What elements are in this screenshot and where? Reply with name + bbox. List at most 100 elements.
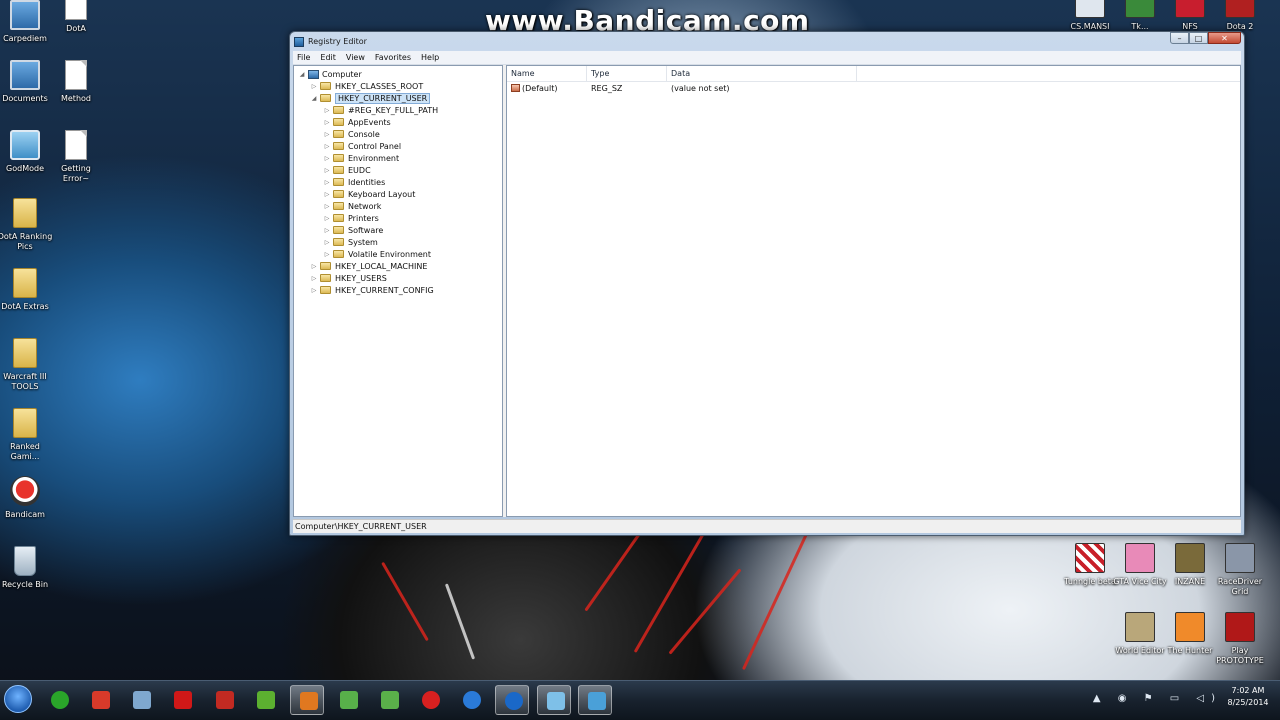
- tree-node-volatile-environment[interactable]: ▷ Volatile Environment: [323, 248, 431, 260]
- desktop-icon-inzane[interactable]: INZANE: [1162, 543, 1218, 587]
- taskbar-button-utorrent[interactable]: [248, 685, 282, 715]
- expand-arrow-icon[interactable]: ▷: [323, 239, 331, 246]
- expand-arrow-icon[interactable]: ▷: [323, 143, 331, 150]
- desktop-icon-nfs[interactable]: NFS: [1162, 0, 1218, 32]
- desktop-icon-dota-ranking-pics[interactable]: DotA Ranking Pics: [0, 198, 53, 252]
- expand-arrow-icon[interactable]: ▷: [323, 203, 331, 210]
- close-button[interactable]: ✕: [1208, 32, 1241, 44]
- cube-icon: [547, 692, 565, 710]
- column-header-data[interactable]: Data: [667, 66, 857, 82]
- tree-node-appevents[interactable]: ▷ AppEvents: [323, 116, 391, 128]
- expand-arrow-icon[interactable]: ▷: [323, 251, 331, 258]
- tree-node-network[interactable]: ▷ Network: [323, 200, 382, 212]
- tree-node-hkey-current-user[interactable]: ◢ HKEY_CURRENT_USER: [310, 92, 431, 104]
- desktop-icon-dota-2[interactable]: Dota 2: [1212, 0, 1268, 32]
- desktop-icon-dota-extras[interactable]: DotA Extras: [0, 268, 53, 312]
- desktop-icon-cs-mansi[interactable]: CS.MANSI: [1062, 0, 1118, 32]
- taskbar-button-settings-task[interactable]: [290, 685, 324, 715]
- registry-tree-pane[interactable]: ◢ Computer ▷ HKEY_CLASSES_ROOT ◢ HKEY_CURRE…: [293, 65, 503, 517]
- collapse-arrow-icon[interactable]: ◢: [298, 71, 306, 78]
- expand-arrow-icon[interactable]: ▷: [323, 215, 331, 222]
- tree-node-label: HKEY_LOCAL_MACHINE: [335, 261, 428, 271]
- taskbar-button-cube[interactable]: [537, 685, 571, 715]
- tree-node--reg-key-full-path[interactable]: ▷ #REG_KEY_FULL_PATH: [323, 104, 438, 116]
- expand-arrow-icon[interactable]: ▷: [323, 107, 331, 114]
- menu-edit[interactable]: Edit: [320, 53, 336, 62]
- desktop-icon-world-editor[interactable]: World Editor: [1112, 612, 1168, 656]
- tree-node-hkey-current-config[interactable]: ▷ HKEY_CURRENT_CONFIG: [310, 284, 434, 296]
- desktop-icon-godmode[interactable]: GodMode: [0, 130, 53, 174]
- desktop-icon-bandicam[interactable]: Bandicam: [0, 476, 53, 520]
- desktop-icon-tunngle-beta[interactable]: Tunngle beta: [1062, 543, 1118, 587]
- menu-favorites[interactable]: Favorites: [375, 53, 411, 62]
- desktop-icon-documents[interactable]: Documents: [0, 60, 53, 104]
- tree-node-system[interactable]: ▷ System: [323, 236, 378, 248]
- minimize-button[interactable]: –: [1170, 32, 1189, 44]
- desktop-icon-ranked-gami-[interactable]: Ranked Gami...: [0, 408, 53, 462]
- expand-arrow-icon[interactable]: ▷: [310, 83, 318, 90]
- menu-file[interactable]: File: [297, 53, 310, 62]
- title-bar[interactable]: Registry Editor – □ ✕: [290, 32, 1244, 51]
- expand-arrow-icon[interactable]: ▷: [323, 155, 331, 162]
- tree-node-computer[interactable]: ◢ Computer: [298, 68, 362, 80]
- tree-node-identities[interactable]: ▷ Identities: [323, 176, 386, 188]
- column-header-name[interactable]: Name: [507, 66, 587, 82]
- desktop-icon-method[interactable]: Method: [48, 60, 104, 104]
- taskbar-button-power[interactable]: [413, 685, 447, 715]
- expand-arrow-icon[interactable]: ▷: [310, 287, 318, 294]
- tree-node-keyboard-layout[interactable]: ▷ Keyboard Layout: [323, 188, 416, 200]
- expand-arrow-icon[interactable]: ▷: [323, 191, 331, 198]
- taskbar-clock[interactable]: 7:02 AM 8/25/2014: [1222, 685, 1274, 709]
- tree-node-environment[interactable]: ▷ Environment: [323, 152, 399, 164]
- tree-node-console[interactable]: ▷ Console: [323, 128, 380, 140]
- tree-node-eudc[interactable]: ▷ EUDC: [323, 164, 371, 176]
- desktop-icon-the-hunter[interactable]: The Hunter: [1162, 612, 1218, 656]
- taskbar-button-regedit-task[interactable]: [578, 685, 612, 715]
- desktop-icon-warcraft-iii-tools[interactable]: Warcraft III TOOLS: [0, 338, 53, 392]
- expand-arrow-icon[interactable]: ▷: [323, 167, 331, 174]
- start-button[interactable]: [4, 685, 32, 713]
- taskbar-button-paint[interactable]: [83, 685, 117, 715]
- desktop-icon-racedriver-grid[interactable]: RaceDriver Grid: [1212, 543, 1268, 597]
- menu-bar: File Edit View Favorites Help: [293, 51, 1241, 65]
- tree-node-hkey-local-machine[interactable]: ▷ HKEY_LOCAL_MACHINE: [310, 260, 428, 272]
- expand-arrow-icon[interactable]: ▷: [323, 119, 331, 126]
- expand-arrow-icon[interactable]: ▷: [323, 179, 331, 186]
- registry-editor-window[interactable]: Registry Editor – □ ✕ File Edit View Fav…: [289, 31, 1245, 536]
- tree-node-hkey-users[interactable]: ▷ HKEY_USERS: [310, 272, 387, 284]
- desktop-icon-carpediem[interactable]: Carpediem: [0, 0, 53, 44]
- expand-arrow-icon[interactable]: ▷: [310, 275, 318, 282]
- taskbar-button-ie[interactable]: [495, 685, 529, 715]
- tree-node-printers[interactable]: ▷ Printers: [323, 212, 379, 224]
- tree-node-control-panel[interactable]: ▷ Control Panel: [323, 140, 401, 152]
- desktop-icon-play-prototype[interactable]: Play PROTOTYPE: [1212, 612, 1268, 666]
- registry-values-pane[interactable]: Name Type Data (Default) REG_SZ (value n…: [506, 65, 1241, 517]
- menu-view[interactable]: View: [346, 53, 365, 62]
- taskbar-button-calc2[interactable]: [331, 685, 365, 715]
- taskbar-button-puzzle[interactable]: [165, 685, 199, 715]
- document-icon: [65, 60, 87, 90]
- recycle-bin-icon: [14, 546, 36, 576]
- column-header-type[interactable]: Type: [587, 66, 667, 82]
- expand-arrow-icon[interactable]: ▷: [323, 227, 331, 234]
- taskbar-button-xbox[interactable]: [42, 685, 76, 715]
- expand-arrow-icon[interactable]: ▷: [310, 263, 318, 270]
- desktop-icon-gta-vice-city[interactable]: GTA Vice City: [1112, 543, 1168, 587]
- expand-arrow-icon[interactable]: ▷: [323, 131, 331, 138]
- menu-help[interactable]: Help: [421, 53, 439, 62]
- desktop-icon-tk-[interactable]: Tk...: [1112, 0, 1168, 32]
- maximize-button[interactable]: □: [1189, 32, 1208, 44]
- desktop-icon-dota[interactable]: DotA: [48, 0, 104, 34]
- tree-node-hkey-classes-root[interactable]: ▷ HKEY_CLASSES_ROOT: [310, 80, 424, 92]
- taskbar-button-calculator[interactable]: [124, 685, 158, 715]
- value-row[interactable]: (Default) REG_SZ (value not set): [507, 83, 1240, 95]
- desktop-icon-getting-error-[interactable]: Getting Error~: [48, 130, 104, 184]
- taskbar-button-browser[interactable]: [454, 685, 488, 715]
- desktop-icon-recycle-bin[interactable]: Recycle Bin: [0, 546, 53, 590]
- collapse-arrow-icon[interactable]: ◢: [310, 95, 318, 102]
- taskbar-button-windows-flag[interactable]: [372, 685, 406, 715]
- system-tray[interactable]: ▲ ◉ ⚑ ▭ ◁): [1093, 693, 1222, 704]
- tree-node-software[interactable]: ▷ Software: [323, 224, 384, 236]
- taskbar-button-bandicam-task[interactable]: [207, 685, 241, 715]
- folder-icon: [333, 238, 344, 246]
